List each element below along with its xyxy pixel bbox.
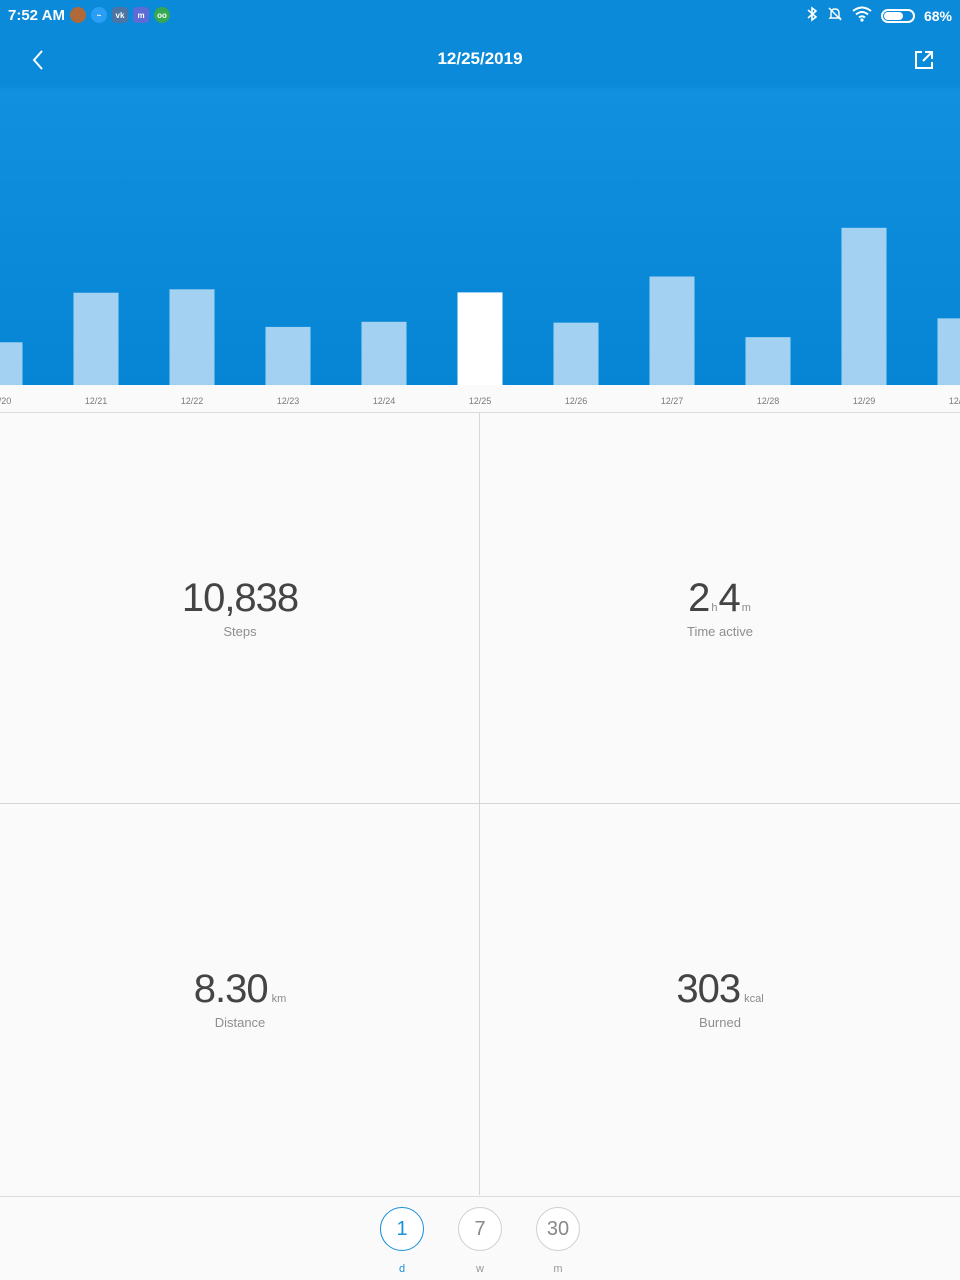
notification-icons: ~ vk m oo [70, 7, 170, 23]
x-tick-label: 12/25 [468, 396, 492, 406]
minutes-unit: m [741, 602, 751, 614]
period-week-label: w [476, 1263, 484, 1275]
distance-card: 8.30 km Distance [0, 804, 480, 1195]
metrics-grid: 10,838 Steps 2h4m Time active 8.30 km Dis… [0, 413, 960, 1196]
battery-icon [880, 8, 915, 23]
x-tick-label: 12/30 [948, 396, 960, 406]
x-tick-label: 12/23 [276, 396, 300, 406]
period-week-button[interactable]: 7 w [458, 1207, 502, 1275]
x-tick-label: 12/26 [564, 396, 588, 406]
chart-x-axis: 12/20 12/21 12/22 12/23 12/24 12/25 12/26 12/27… [0, 385, 960, 413]
burned-label: Burned [699, 1015, 741, 1030]
burned-value: 303 [676, 967, 741, 1011]
steps-card: 10,838 Steps [0, 413, 480, 804]
chart-bar-12-29[interactable] [841, 227, 887, 385]
steps-label: Steps [223, 624, 257, 639]
muted-bell-icon [827, 6, 843, 25]
chart-bar-12-30[interactable] [937, 318, 960, 385]
chart-bar-12-28[interactable] [745, 337, 791, 385]
status-time: 7:52 AM [8, 7, 65, 24]
profile-avatar-icon [70, 7, 86, 23]
burned-unit: kcal [744, 993, 764, 1005]
bluetooth-icon [806, 6, 818, 25]
status-right: 68% [806, 6, 952, 25]
distance-label: Distance [214, 1015, 266, 1030]
time-active-label: Time active [687, 624, 753, 639]
page-title: 12/25/2019 [437, 49, 523, 68]
chart-bar-12-20[interactable] [0, 342, 23, 385]
chart-bar-12-25[interactable] [457, 292, 503, 385]
hours-unit: h [711, 602, 718, 614]
x-tick-label: 12/21 [84, 396, 108, 406]
tripadvisor-icon: oo [154, 7, 170, 23]
time-active-hours: 2 [688, 576, 711, 620]
share-button[interactable] [908, 44, 940, 76]
x-tick-label: 12/27 [660, 396, 684, 406]
period-week-value: 7 [458, 1207, 502, 1251]
app-bar: 12/25/2019 [0, 32, 960, 86]
share-icon [915, 51, 933, 69]
x-tick-label: 12/22 [180, 396, 204, 406]
period-month-value: 30 [536, 1207, 580, 1251]
messenger-icon: ~ [91, 7, 107, 23]
chart-bar-12-24[interactable] [361, 321, 407, 385]
x-tick-label: 12/28 [756, 396, 780, 406]
wifi-icon [852, 6, 872, 25]
period-month-button[interactable]: 30 m [536, 1207, 580, 1275]
battery-percent: 68% [923, 7, 952, 24]
period-selector: 1 d 7 w 30 m [0, 1196, 960, 1280]
status-bar: 7:52 AM ~ vk m oo 68% [0, 0, 960, 32]
period-month-label: m [553, 1263, 563, 1275]
distance-value: 8.30 [193, 967, 269, 1011]
time-active-minutes: 4 [718, 576, 741, 620]
vk-messenger-icon: m [133, 7, 149, 23]
distance-unit: km [271, 993, 287, 1005]
header-area: 7:52 AM ~ vk m oo 68% 12/25/2019 [0, 0, 960, 385]
vk-icon: vk [112, 7, 128, 23]
period-day-label: d [398, 1263, 406, 1275]
chart-bar-12-23[interactable] [265, 326, 311, 385]
burned-card: 303 kcal Burned [480, 804, 960, 1195]
time-active-card: 2h4m Time active [480, 413, 960, 804]
period-day-button[interactable]: 1 d [380, 1207, 424, 1275]
chart-bar-12-26[interactable] [553, 322, 599, 385]
time-active-value: 2h4m [480, 576, 960, 621]
chart-bar-12-27[interactable] [649, 276, 695, 385]
chart-bar-12-21[interactable] [73, 292, 119, 385]
x-tick-label: 12/24 [372, 396, 396, 406]
steps-value: 10,838 [181, 576, 299, 620]
period-day-value: 1 [380, 1207, 424, 1251]
x-tick-label: 12/29 [852, 396, 876, 406]
steps-bar-chart [0, 227, 960, 385]
x-tick-label: 12/20 [0, 396, 12, 406]
chart-bar-12-22[interactable] [169, 289, 215, 385]
